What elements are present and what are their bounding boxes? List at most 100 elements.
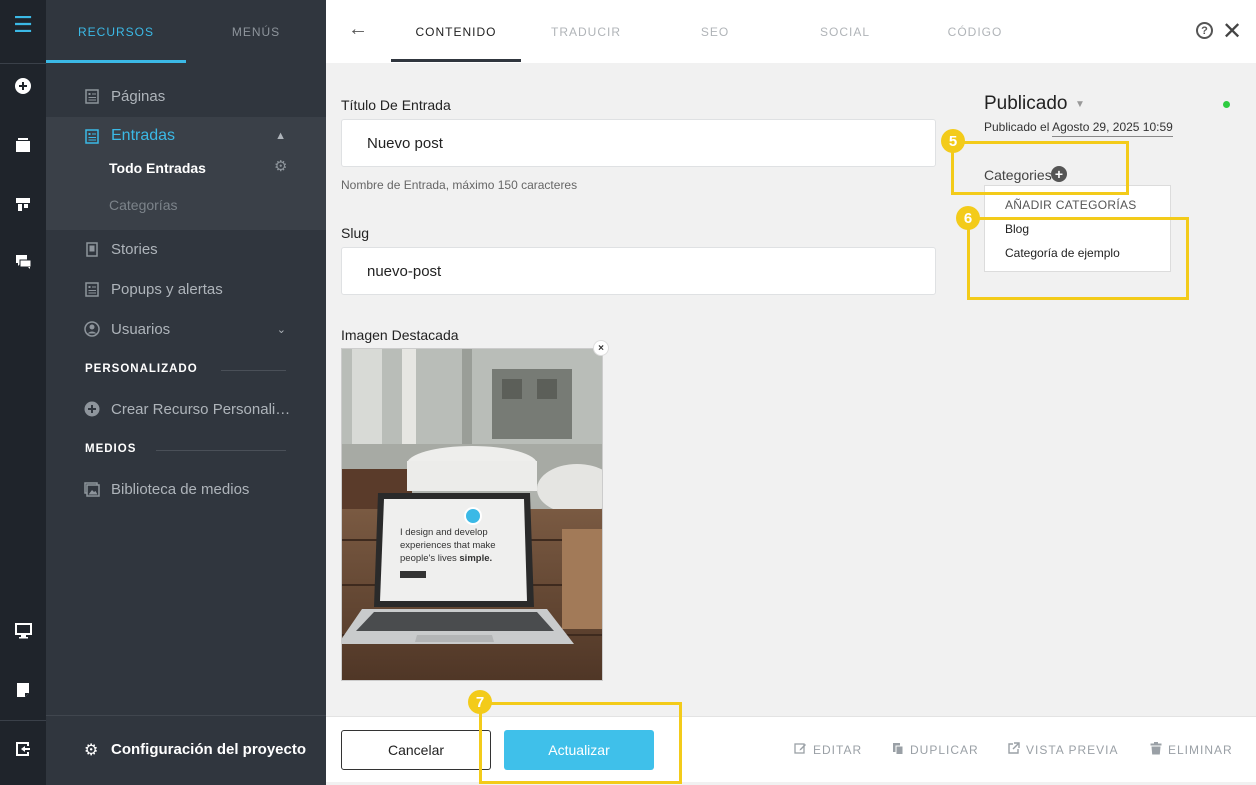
tab-contenido[interactable]: CONTENIDO xyxy=(391,0,521,63)
sidebar-group-entradas: Entradas ▲ Todo Entradas ⚙ Categorías xyxy=(46,117,326,230)
chevron-down-icon[interactable]: ⌄ xyxy=(277,323,286,336)
preview-label: VISTA PREVIA xyxy=(1026,743,1119,757)
rail-divider-bottom xyxy=(0,720,46,721)
sidebar-item-label: Usuarios xyxy=(111,320,171,338)
editor-topbar: ← CONTENIDO TRADUCIR SEO SOCIAL CÓDIGO ?… xyxy=(326,0,1256,63)
title-hint: Nombre de Entrada, máximo 150 caracteres xyxy=(341,178,578,192)
sidebar-item-crear-recurso[interactable]: Crear Recurso Personali… xyxy=(46,391,326,427)
delete-action[interactable]: ELIMINAR xyxy=(1150,742,1233,758)
duplicate-label: DUPLICAR xyxy=(910,743,979,757)
sidebar-item-label: Popups y alertas xyxy=(111,280,223,298)
sidebar-item-paginas[interactable]: Páginas xyxy=(46,78,326,114)
plus-circle-icon xyxy=(84,401,100,417)
featured-image-label: Imagen Destacada xyxy=(341,327,459,343)
delete-label: ELIMINAR xyxy=(1168,743,1233,757)
sidebar-item-label: Crear Recurso Personali… xyxy=(111,400,291,418)
status-title[interactable]: Publicado xyxy=(984,93,1067,115)
sidebar-item-biblioteca[interactable]: Biblioteca de medios xyxy=(46,471,326,507)
edit-action[interactable]: EDITAR xyxy=(794,742,862,757)
monitor-icon[interactable] xyxy=(0,614,46,648)
gear-icon[interactable]: ⚙ xyxy=(274,157,287,175)
laptop-text-line3a: people's lives xyxy=(400,553,457,564)
note-icon[interactable] xyxy=(0,673,46,707)
remove-image-button[interactable]: × xyxy=(593,340,609,356)
gear-icon: ⚙ xyxy=(84,742,99,759)
annotation-badge-7: 7 xyxy=(468,690,492,714)
page-icon xyxy=(84,128,100,144)
chevron-up-icon[interactable]: ▲ xyxy=(275,130,286,142)
section-divider xyxy=(156,450,286,451)
tab-codigo[interactable]: CÓDIGO xyxy=(910,0,1040,63)
section-medios: MEDIOS xyxy=(85,443,137,455)
laptop-text-line3: people's lives simple. xyxy=(400,553,492,564)
layers-icon[interactable] xyxy=(0,128,46,162)
sidebar-item-label: Entradas xyxy=(111,127,176,144)
help-icon[interactable]: ? xyxy=(1196,22,1213,39)
annotation-box-7 xyxy=(479,702,682,784)
grid-icon[interactable] xyxy=(0,187,46,221)
sidebar-item-stories[interactable]: Stories xyxy=(46,231,326,267)
publish-date[interactable]: Agosto 29, 2025 10:59 xyxy=(1052,120,1173,137)
chat-icon[interactable] xyxy=(0,245,46,279)
exit-icon[interactable] xyxy=(0,732,46,766)
slug-label: Slug xyxy=(341,225,370,241)
cancel-button[interactable]: Cancelar xyxy=(341,730,491,770)
tab-recursos[interactable]: RECURSOS xyxy=(46,0,186,64)
laptop-text-line2: experiences that make xyxy=(400,540,496,551)
title-label: Título De Entrada xyxy=(341,97,451,113)
publish-meta: Publicado el Agosto 29, 2025 10:59 xyxy=(984,120,1173,137)
menu-icon[interactable]: ☰ xyxy=(0,8,46,42)
edit-label: EDITAR xyxy=(813,742,863,757)
sidebar-sub-todo-entradas[interactable]: Todo Entradas xyxy=(109,160,206,176)
trash-icon xyxy=(1150,742,1162,758)
icon-rail: ☰ xyxy=(0,0,46,785)
sidebar-item-popups[interactable]: Popups y alertas xyxy=(46,271,326,307)
sidebar: RECURSOS MENÚS Páginas Entradas ▲ Todo E… xyxy=(46,0,326,785)
preview-action[interactable]: VISTA PREVIA xyxy=(1007,742,1118,758)
back-arrow-icon[interactable]: ← xyxy=(348,18,368,41)
caret-down-icon[interactable]: ▼ xyxy=(1075,99,1085,110)
section-personalizado: PERSONALIZADO xyxy=(85,363,198,375)
duplicate-icon xyxy=(892,742,904,758)
slug-input[interactable]: nuevo-post xyxy=(341,247,936,295)
laptop-text-line1: I design and develop xyxy=(400,527,488,538)
sidebar-item-label: Páginas xyxy=(111,87,166,105)
publish-meta-prefix: Publicado el xyxy=(984,120,1050,134)
page-icon xyxy=(84,281,100,297)
book-icon xyxy=(84,241,100,257)
tab-traducir[interactable]: TRADUCIR xyxy=(521,0,651,63)
user-icon xyxy=(84,321,100,337)
annotation-box-5 xyxy=(951,141,1129,195)
annotation-badge-6: 6 xyxy=(956,206,980,230)
config-label: Configuración del proyecto xyxy=(111,741,307,758)
annotation-box-6 xyxy=(967,217,1189,300)
rail-divider xyxy=(0,63,46,64)
sidebar-sub-categorias[interactable]: Categorías xyxy=(109,197,177,213)
sidebar-item-entradas[interactable]: Entradas ▲ xyxy=(46,118,326,154)
tab-active-indicator xyxy=(391,59,521,62)
sidebar-item-label: Biblioteca de medios xyxy=(111,480,250,498)
featured-image-photo: I design and develop experiences that ma… xyxy=(342,349,602,680)
tab-seo[interactable]: SEO xyxy=(650,0,780,63)
annotation-badge-5: 5 xyxy=(941,129,965,153)
laptop-text-line3b: simple. xyxy=(459,553,492,564)
tab-social[interactable]: SOCIAL xyxy=(780,0,910,63)
add-categories-option[interactable]: AÑADIR CATEGORÍAS xyxy=(1005,198,1137,212)
image-icon xyxy=(84,481,100,497)
tab-active-indicator xyxy=(46,60,186,63)
editor-bottombar: Cancelar Actualizar EDITAR DUPLICAR VIST… xyxy=(326,716,1256,782)
sidebar-footer-config[interactable]: ⚙ Configuración del proyecto xyxy=(46,715,326,785)
tab-menus[interactable]: MENÚS xyxy=(186,0,326,64)
external-link-icon xyxy=(1007,742,1020,758)
title-input[interactable]: Nuevo post xyxy=(341,119,936,167)
close-icon[interactable]: ✕ xyxy=(1222,17,1242,46)
page-icon xyxy=(84,88,100,104)
edit-icon xyxy=(794,742,807,757)
section-divider xyxy=(221,370,286,371)
sidebar-item-label: Stories xyxy=(111,240,158,258)
duplicate-action[interactable]: DUPLICAR xyxy=(892,742,979,758)
status-dot xyxy=(1223,101,1230,108)
plus-circle-icon[interactable] xyxy=(0,69,46,103)
featured-image[interactable]: I design and develop experiences that ma… xyxy=(341,348,603,681)
sidebar-item-usuarios[interactable]: Usuarios ⌄ xyxy=(46,311,326,347)
